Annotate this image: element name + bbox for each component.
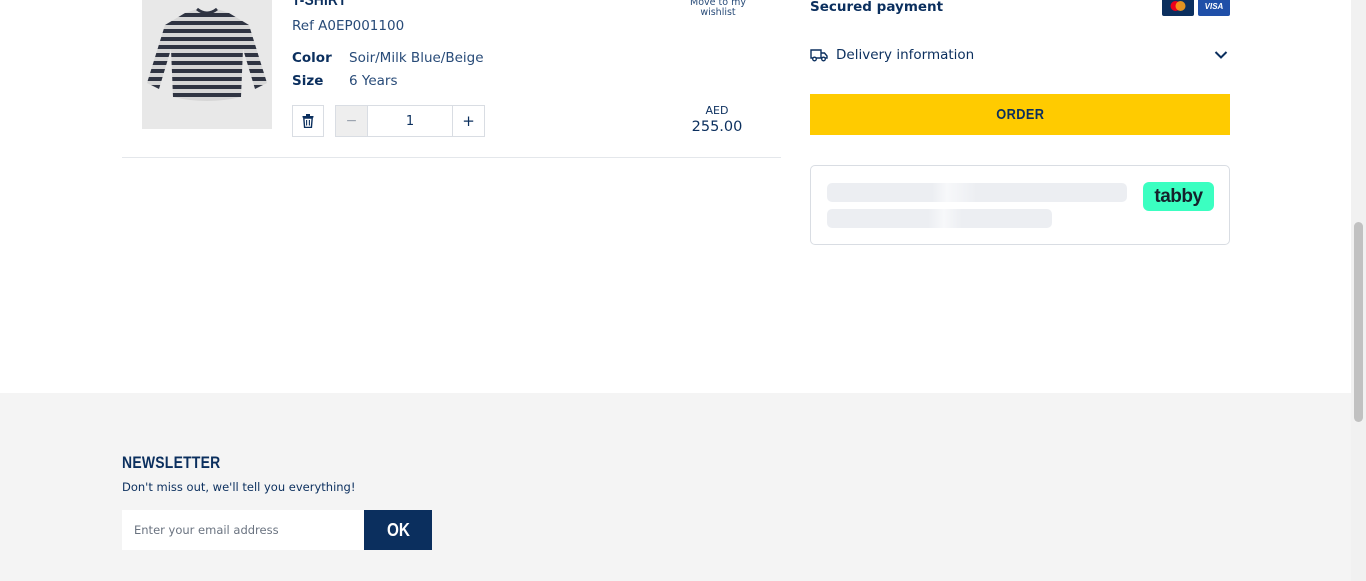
- color-label: Color: [292, 50, 332, 66]
- email-field[interactable]: [122, 510, 364, 550]
- mastercard-icon: [1162, 0, 1194, 16]
- size-attribute: Size 6 Years: [292, 73, 398, 89]
- tshirt-image: [147, 7, 267, 101]
- order-button-label: ORDER: [995, 106, 1045, 123]
- product-title[interactable]: T-SHIRT: [292, 0, 347, 10]
- size-value: 6 Years: [349, 73, 398, 89]
- newsletter-title: NEWSLETTER: [122, 453, 221, 472]
- ok-label: OK: [386, 519, 410, 540]
- delete-item-button[interactable]: [292, 105, 324, 137]
- color-attribute: Color Soir/Milk Blue/Beige: [292, 50, 484, 66]
- quantity-stepper: − 1 +: [335, 105, 485, 137]
- newsletter-footer: NEWSLETTER Don't miss out, we'll tell yo…: [0, 393, 1351, 581]
- price-currency: AED: [705, 104, 729, 117]
- product-reference: Ref A0EP001100: [292, 18, 405, 34]
- secured-payment-label: Secured payment: [810, 0, 944, 15]
- chevron-down-icon: [1214, 51, 1228, 59]
- tabby-logo: tabby: [1143, 182, 1214, 211]
- price-amount: 255.00: [691, 119, 743, 135]
- tabby-promo-box: tabby: [810, 165, 1230, 245]
- divider: [122, 157, 781, 158]
- scrollbar-thumb[interactable]: [1354, 222, 1363, 422]
- move-to-wishlist-link[interactable]: Move to my wishlist: [680, 0, 756, 18]
- trash-icon: [302, 114, 314, 128]
- loading-skeleton-line: [827, 183, 1127, 202]
- product-image[interactable]: [142, 0, 272, 129]
- delivery-information-label: Delivery information: [836, 47, 975, 63]
- order-button[interactable]: ORDER: [810, 94, 1230, 135]
- quantity-increase-button[interactable]: +: [452, 106, 484, 136]
- newsletter-submit-button[interactable]: OK: [364, 510, 432, 550]
- size-label: Size: [292, 73, 324, 89]
- truck-icon: [810, 49, 828, 62]
- color-value: Soir/Milk Blue/Beige: [349, 50, 484, 66]
- loading-skeleton-line: [827, 209, 1052, 228]
- newsletter-subtitle: Don't miss out, we'll tell you everythin…: [122, 480, 356, 494]
- delivery-information-toggle[interactable]: Delivery information: [810, 42, 1230, 68]
- quantity-decrease-button[interactable]: −: [336, 106, 368, 136]
- quantity-value[interactable]: 1: [368, 106, 452, 136]
- visa-icon: VISA: [1198, 0, 1230, 16]
